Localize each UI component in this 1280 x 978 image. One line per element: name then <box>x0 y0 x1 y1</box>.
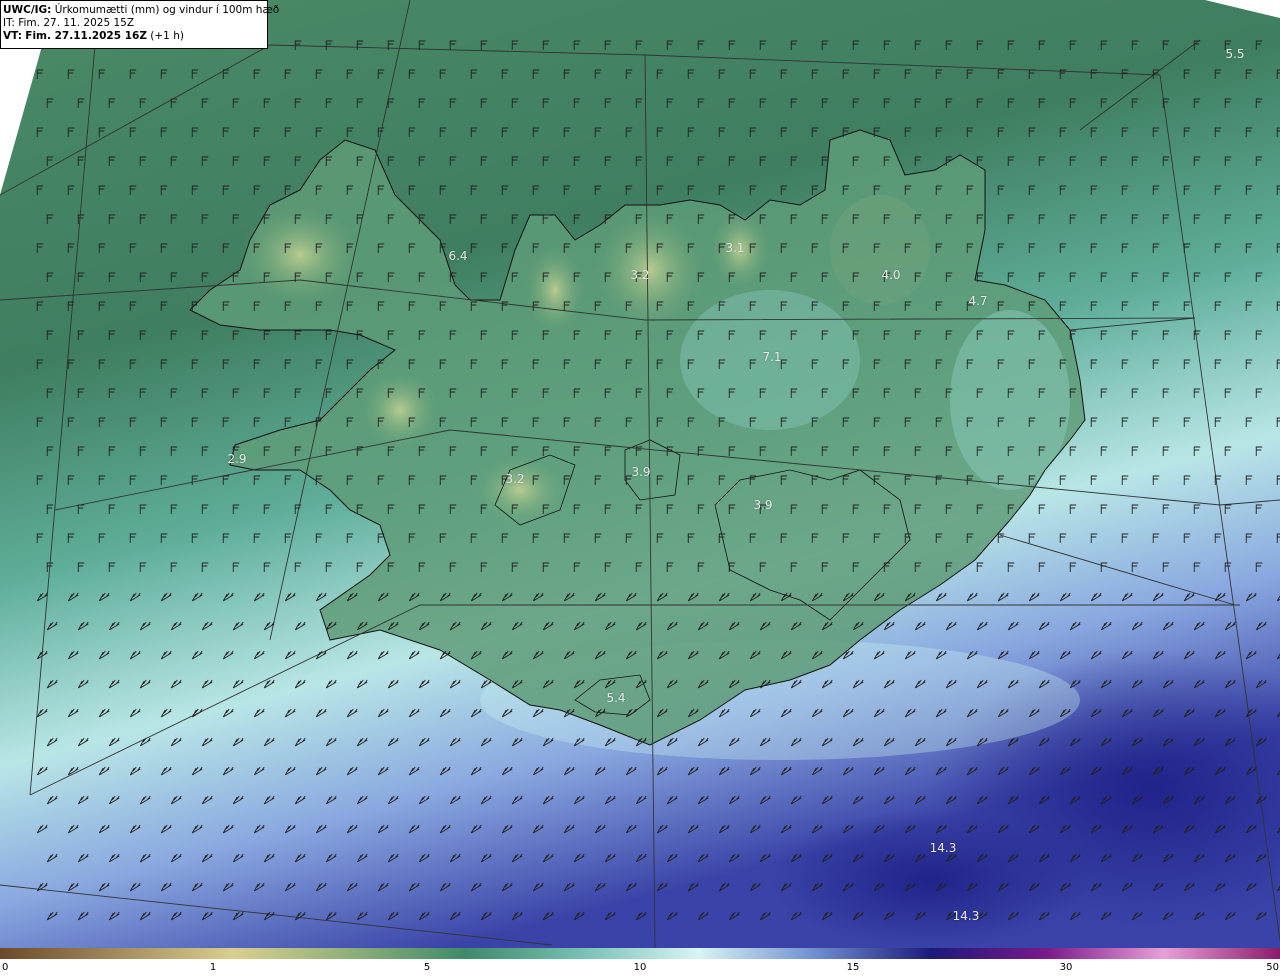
precip-value-label: 4.0 <box>881 268 901 282</box>
colorbar-segment <box>698 948 816 959</box>
colorbar-tick-label: 50 <box>1266 962 1279 973</box>
precip-value-label: 5.4 <box>606 691 626 705</box>
map-title-box: UWC/IG: Úrkomumætti (mm) og vindur í 100… <box>0 0 279 49</box>
colorbar-segment <box>0 948 117 959</box>
colorbar-segment <box>581 948 699 959</box>
colorbar-segment <box>814 948 932 959</box>
colorbar-tick-label: 10 <box>633 962 647 973</box>
precip-value-label: 3.9 <box>753 498 773 512</box>
colorbar-segment <box>232 948 350 959</box>
map-title: Úrkomumætti (mm) og vindur í 100m hæð <box>54 4 280 16</box>
map-area[interactable]: 5.5 6.4 3.1 3.2 4.0 4.7 7.1 2.9 3.2 3.9 … <box>0 0 1280 948</box>
colorbar-segment <box>465 948 583 959</box>
colorbar-tick-label: 15 <box>846 962 860 973</box>
colorbar-segment <box>1163 948 1280 959</box>
colorbar-tick-label: 0 <box>2 962 9 973</box>
precip-value-label: 3.2 <box>505 472 525 486</box>
precip-value-label: 7.1 <box>762 350 782 364</box>
colorbar-tick-label: 5 <box>423 962 431 973</box>
precip-value-label: 3.2 <box>630 268 650 282</box>
precip-value-label: 3.1 <box>725 241 745 255</box>
model-name: UWC/IG: <box>3 4 52 16</box>
colorbar <box>0 948 1280 959</box>
precip-value-label: 4.7 <box>968 294 988 308</box>
precip-value-label: 14.3 <box>952 909 980 923</box>
valid-time-line: VT: Fim. 27.11.2025 16Z (+1 h) <box>3 30 264 43</box>
init-time: IT: Fim. 27. 11. 2025 15Z <box>3 17 135 29</box>
precip-value-label: 2.9 <box>227 452 247 466</box>
colorbar-segment <box>930 948 1048 959</box>
colorbar-segment <box>116 948 234 959</box>
precip-value-label: 6.4 <box>448 249 468 263</box>
precip-value-label: 3.9 <box>631 465 651 479</box>
precip-value-label: 5.5 <box>1225 47 1245 61</box>
valid-offset: (+1 h) <box>150 30 184 42</box>
title-line: UWC/IG: Úrkomumætti (mm) og vindur í 100… <box>3 4 279 17</box>
colorbar-tick-label: 30 <box>1059 962 1073 973</box>
colorbar-segment <box>349 948 467 959</box>
valid-prefix: VT: <box>3 30 22 42</box>
valid-time: Fim. 27.11.2025 16Z <box>25 30 147 42</box>
colorbar-segment <box>1047 948 1165 959</box>
colorbar-labels: 0 1 5 10 15 30 50 <box>0 962 1280 978</box>
precip-value-label: 14.3 <box>929 841 957 855</box>
colorbar-tick-label: 1 <box>209 962 217 973</box>
